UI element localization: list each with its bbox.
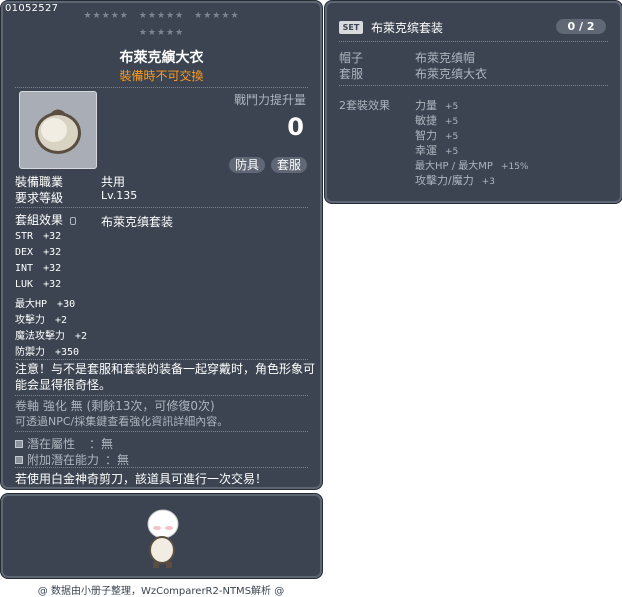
stat-row: INT +32 [15,263,62,274]
item-title: 布萊克縯大衣 [119,50,204,66]
star-group-icon: ★★★★★ [138,28,185,38]
scroll-enhance-text: 卷軸 強化 無 (剩餘13次，可修復0次) [15,399,215,413]
set-bonus-row: 力量 +5 [415,99,459,112]
req-level-label: 要求等級 [15,191,64,205]
combat-power-value: 0 [287,113,304,141]
lock-icon [69,217,76,225]
divider [15,207,308,208]
req-job-value: 共用 [101,175,126,189]
item-subtitle: 裝備時不可交換 [119,69,204,83]
coat-item-icon [35,109,81,154]
divider [15,87,308,88]
stat-row: 魔法攻擊力 +2 [15,331,88,342]
star-group-icon: ★★★★★ [194,11,240,21]
divider [339,41,608,42]
set-effect-value: 布萊克缜套装 [101,215,174,229]
item-icon-frame [19,91,97,169]
set-part-slot: 套服 [339,67,364,81]
star-group-icon: ★★★★★ [138,11,185,21]
set-bonus-row: 敏捷 +5 [415,114,459,127]
trade-info-text: 若使用白金神奇剪刀，該道具可進行一次交易！ [15,472,268,486]
req-level-value: Lv.135 [101,189,138,202]
set-info-panel: SET 布萊克缤套装 0 / 2 帽子 布萊克缜帽 套服 布萊克缜大衣 2套裝效… [325,1,622,203]
divider [339,85,608,86]
req-job-label: 裝備職業 [15,175,64,189]
set-part-name: 布萊克缜大衣 [415,67,488,81]
avatar-preview-panel [1,494,322,578]
additional-potential-icon [15,456,23,464]
footer-credit: @ 数据由小册子整理，WzComparerR2-NTMS解析 @ [37,586,285,597]
divider [15,395,308,396]
stat-row: 攻擊力 +2 [15,315,68,326]
item-tooltip-panel: 01052527 ★★★★★ ★★★★★ ★★★★★ ★★★★★ 布萊克縯大衣 裝備… [1,1,322,489]
set-title: 布萊克缤套装 [371,21,444,35]
divider [15,359,308,360]
divider [15,467,308,468]
stat-row: DEX +32 [15,247,62,258]
star-group-icon: ★★★★★ [83,11,129,21]
character-avatar-icon [147,509,179,568]
stat-row: 最大HP +30 [15,299,76,310]
set-part-slot: 帽子 [339,51,364,65]
potential-icon [15,440,23,448]
set-bonus-row: 攻擊力/魔力 +3 [415,174,495,187]
set-bonus-row: 幸運 +5 [415,144,459,157]
potential-row: 潛在屬性 ：無 [15,435,113,452]
set-bonus-row: 智力 +5 [415,129,459,142]
notice-text: 注意！与不是套服和套装的装备一起穿戴时，角色形象可能会显得很奇怪。 [15,362,316,392]
set-bonus-label: 2套裝效果 [339,99,390,112]
combat-power-label: 戰鬥力提升量 [233,93,306,107]
set-part-name: 布萊克缜帽 [415,51,476,65]
tag-outfit: 套服 [271,157,308,173]
stat-row: LUK +32 [15,279,62,290]
set-count-badge: 0 / 2 [556,19,606,34]
divider [15,431,308,432]
set-bonus-row: 最大HP / 最大MP +15% [415,161,529,172]
tag-armor: 防具 [229,157,266,173]
additional-potential-row: 附加潛在能力 ：無 [15,451,129,468]
stat-row: STR +32 [15,231,62,242]
stat-row: 防禦力 +350 [15,347,80,358]
set-effect-label-text: 套組效果 [15,213,64,227]
star-force-row-1: ★★★★★ ★★★★★ ★★★★★ [3,11,320,21]
npc-info-text: 可透過NPC/採集鍵查看強化資訊詳細內容。 [15,415,229,428]
set-effect-label: 套組效果 [15,211,76,228]
star-force-row-2: ★★★★★ [3,28,320,38]
set-badge: SET [339,21,363,34]
